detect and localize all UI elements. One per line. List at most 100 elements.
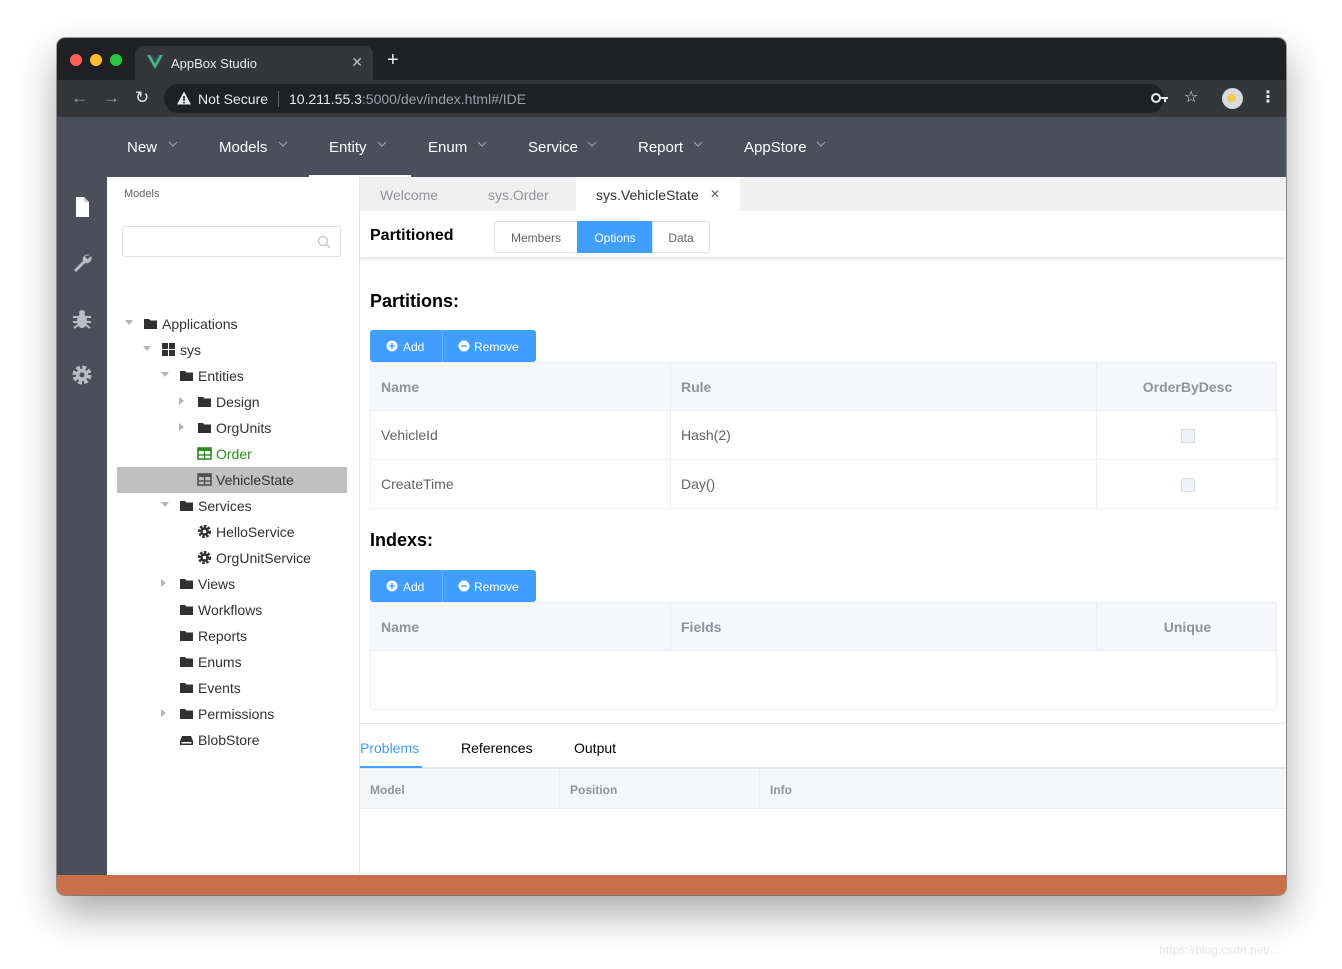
tree-item-orgunits[interactable]: OrgUnits: [107, 415, 360, 441]
new-tab-button[interactable]: +: [387, 50, 399, 70]
bug-icon[interactable]: [70, 307, 94, 331]
browser-tabstrip: AppBox Studio ✕ +: [57, 38, 1286, 80]
url-text[interactable]: 10.211.55.3:5000/dev/index.html#/IDE: [289, 91, 526, 107]
caret-right-icon[interactable]: [161, 579, 166, 587]
column-header-info[interactable]: Info: [760, 769, 1286, 808]
cell-orderbydesc: [1097, 411, 1278, 459]
partitions-title: Partitions:: [370, 291, 460, 311]
browser-tab[interactable]: AppBox Studio ✕: [135, 46, 373, 80]
tab-problems[interactable]: Problems: [360, 724, 422, 768]
tree-item-blobstore[interactable]: BlobStore: [107, 727, 360, 753]
tab-sys-vehiclestate[interactable]: sys.VehicleState ✕: [576, 177, 740, 211]
close-tab-icon[interactable]: ✕: [351, 54, 363, 71]
tree-item-orgunitservice[interactable]: OrgUnitService: [107, 545, 360, 571]
cell-name[interactable]: VehicleId: [371, 411, 671, 459]
tree-item-events[interactable]: Events: [107, 675, 360, 701]
remove-partition-button[interactable]: Remove: [442, 330, 536, 362]
browser-tab-title: AppBox Studio: [171, 56, 258, 71]
column-header-name[interactable]: Name: [371, 363, 671, 410]
table-row[interactable]: CreateTime Day(): [371, 460, 1276, 509]
column-header-name[interactable]: Name: [371, 603, 671, 650]
table-row[interactable]: VehicleId Hash(2): [371, 411, 1276, 460]
tree-item-label: VehicleState: [216, 472, 294, 488]
tree-item-entities[interactable]: Entities: [107, 363, 360, 389]
menu-service[interactable]: Service: [528, 117, 608, 177]
tree-item-design[interactable]: Design: [107, 389, 360, 415]
tree-item-helloservice[interactable]: HelloService: [107, 519, 360, 545]
segment-options-label: Options: [594, 231, 636, 245]
security-label[interactable]: Not Secure: [198, 91, 268, 107]
top-menu-bar: New Models Entity Enum Service Report Ap…: [57, 117, 1286, 177]
caret-down-icon[interactable]: [143, 346, 151, 351]
file-icon[interactable]: [70, 195, 94, 219]
column-header-label: Name: [381, 619, 420, 635]
tab-welcome-label: Welcome: [380, 187, 439, 203]
reload-icon[interactable]: ↻: [135, 89, 149, 107]
caret-right-icon[interactable]: [161, 709, 166, 717]
add-index-button[interactable]: Add: [370, 570, 442, 602]
column-header-rule[interactable]: Rule: [671, 363, 1097, 410]
url-host: 10.211.55.3: [289, 91, 362, 107]
tree-item-services[interactable]: Services: [107, 493, 360, 519]
tree-item-workflows[interactable]: Workflows: [107, 597, 360, 623]
column-header-fields[interactable]: Fields: [671, 603, 1097, 650]
tree-item-label: Workflows: [198, 602, 263, 618]
caret-down-icon[interactable]: [161, 502, 169, 507]
column-header-orderbydesc[interactable]: OrderByDesc: [1097, 363, 1278, 410]
menu-new[interactable]: New: [127, 117, 187, 177]
orderbydesc-checkbox[interactable]: [1181, 478, 1195, 492]
address-bar[interactable]: Not Secure 10.211.55.3:5000/dev/index.ht…: [164, 84, 1164, 113]
tab-welcome[interactable]: Welcome: [360, 177, 468, 211]
forward-arrow-icon[interactable]: →: [103, 89, 120, 107]
tab-output[interactable]: Output: [574, 724, 624, 768]
tree-item-applications[interactable]: Applications: [107, 311, 360, 337]
segment-members-label: Members: [510, 231, 561, 245]
segment-data-label: Data: [668, 231, 694, 245]
profile-avatar[interactable]: [1222, 88, 1243, 109]
cell-name[interactable]: CreateTime: [371, 460, 671, 509]
menu-models[interactable]: Models: [219, 117, 299, 177]
gear-icon[interactable]: [70, 363, 94, 387]
tree-item-vehiclestate[interactable]: VehicleState: [117, 467, 347, 493]
segment-data[interactable]: Data: [652, 221, 710, 253]
menu-entity[interactable]: Entity: [309, 117, 411, 177]
wrench-icon[interactable]: [70, 251, 94, 275]
back-arrow-icon[interactable]: ←: [71, 89, 88, 107]
column-header-position[interactable]: Position: [560, 769, 760, 808]
maximize-window-button[interactable]: [110, 54, 122, 66]
minimize-window-button[interactable]: [90, 54, 102, 66]
tree-item-label: Events: [198, 680, 241, 696]
tree-item-order[interactable]: Order: [107, 441, 360, 467]
caret-down-icon[interactable]: [125, 320, 133, 325]
add-partition-button[interactable]: Add: [370, 330, 442, 362]
search-input[interactable]: [122, 226, 341, 257]
menu-appstore[interactable]: AppStore: [744, 117, 834, 177]
close-window-button[interactable]: [70, 54, 82, 66]
tab-references[interactable]: References: [461, 724, 541, 768]
column-header-model[interactable]: Model: [360, 769, 560, 808]
caret-down-icon[interactable]: [161, 372, 169, 377]
tree-item-views[interactable]: Views: [107, 571, 360, 597]
tree-item-sys[interactable]: sys: [107, 337, 360, 363]
caret-right-icon[interactable]: [179, 397, 184, 405]
segment-options[interactable]: Options: [577, 221, 653, 253]
more-menu-icon[interactable]: ⋮: [1260, 89, 1276, 107]
orderbydesc-checkbox[interactable]: [1181, 429, 1195, 443]
key-icon[interactable]: [1151, 92, 1169, 104]
bookmark-star-icon[interactable]: ☆: [1184, 89, 1198, 107]
menu-report[interactable]: Report: [638, 117, 718, 177]
menu-enum[interactable]: Enum: [428, 117, 498, 177]
close-tab-icon[interactable]: ✕: [710, 187, 720, 201]
cell-rule[interactable]: Day(): [671, 460, 1097, 509]
tab-sys-order[interactable]: sys.Order: [468, 177, 576, 211]
segment-members[interactable]: Members: [494, 221, 578, 253]
cell-rule[interactable]: Hash(2): [671, 411, 1097, 459]
tree-item-enums[interactable]: Enums: [107, 649, 360, 675]
caret-right-icon[interactable]: [179, 423, 184, 431]
folder-icon: [198, 423, 211, 433]
column-header-unique[interactable]: Unique: [1097, 603, 1278, 650]
tree-item-permissions[interactable]: Permissions: [107, 701, 360, 727]
remove-index-button[interactable]: Remove: [442, 570, 536, 602]
tree-item-reports[interactable]: Reports: [107, 623, 360, 649]
tab-references-label: References: [461, 740, 533, 756]
